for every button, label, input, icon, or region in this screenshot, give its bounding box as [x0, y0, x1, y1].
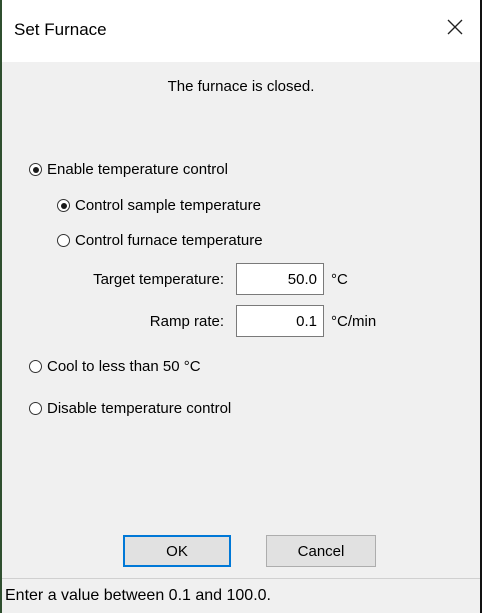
enable-temperature-control-label: Enable temperature control [47, 161, 228, 178]
status-bar-text: Enter a value between 0.1 and 100.0. [5, 587, 271, 604]
control-sample-temperature-label: Control sample temperature [75, 197, 261, 214]
window-title: Set Furnace [14, 20, 107, 39]
control-sample-temperature-radio[interactable] [57, 199, 70, 212]
target-temperature-input[interactable] [236, 263, 324, 295]
cool-down-radio[interactable] [29, 360, 42, 373]
furnace-status-message: The furnace is closed. [167, 78, 315, 95]
control-furnace-temperature-radio[interactable] [57, 234, 70, 247]
cool-down-label: Cool to less than 50 °C [47, 358, 201, 375]
ramp-rate-input[interactable] [236, 305, 324, 337]
ok-button[interactable]: OK [123, 535, 231, 567]
ramp-rate-unit: °C/min [331, 313, 377, 330]
cancel-button[interactable]: Cancel [266, 535, 376, 567]
close-icon[interactable] [444, 16, 466, 38]
cool-down-option[interactable]: Cool to less than 50 °C [29, 358, 201, 375]
enable-temperature-control-radio[interactable] [29, 163, 42, 176]
dialog-body: The furnace is closed. Enable temperatur… [2, 62, 480, 578]
target-temperature-unit: °C [331, 271, 348, 288]
ramp-rate-label: Ramp rate: [149, 313, 224, 330]
status-bar: Enter a value between 0.1 and 100.0. [2, 578, 480, 613]
title-bar[interactable]: Set Furnace [2, 0, 480, 62]
control-furnace-temperature-label: Control furnace temperature [75, 232, 263, 249]
enable-temperature-control-option[interactable]: Enable temperature control [29, 161, 228, 178]
disable-temperature-control-option[interactable]: Disable temperature control [29, 400, 231, 417]
target-temperature-label: Target temperature: [93, 271, 224, 288]
control-sample-temperature-option[interactable]: Control sample temperature [57, 197, 261, 214]
control-furnace-temperature-option[interactable]: Control furnace temperature [57, 232, 263, 249]
disable-temperature-control-label: Disable temperature control [47, 400, 232, 417]
disable-temperature-control-radio[interactable] [29, 402, 42, 415]
set-furnace-dialog: Set Furnace The furnace is closed. Enabl… [0, 0, 482, 613]
